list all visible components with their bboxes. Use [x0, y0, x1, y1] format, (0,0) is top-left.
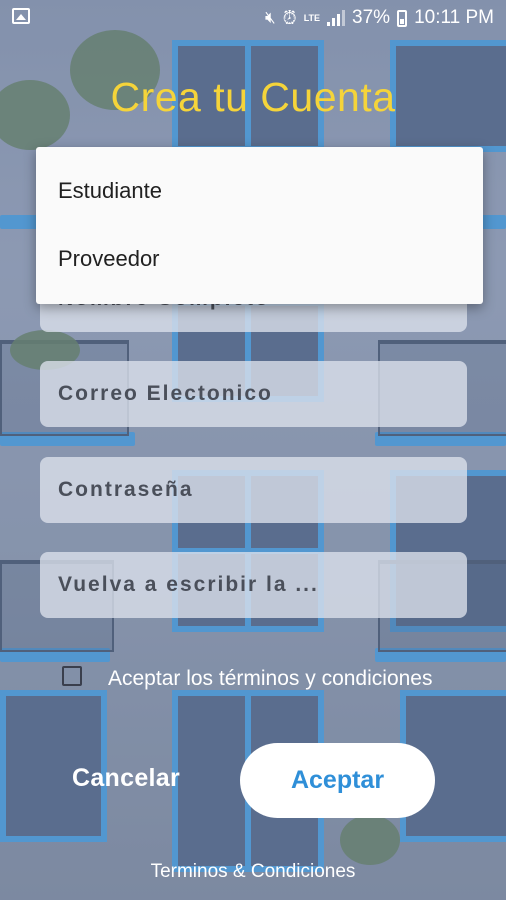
terms-row: Aceptar los términos y condiciones	[62, 666, 433, 690]
dropdown-option-estudiante[interactable]: Estudiante	[58, 178, 162, 204]
network-type: LTE	[303, 12, 321, 23]
email-field[interactable]: Correo Electonico	[40, 361, 467, 427]
terms-checkbox[interactable]	[62, 666, 82, 686]
dropdown-option-proveedor[interactable]: Proveedor	[58, 246, 160, 272]
screen: 🔇︎ ⏰︎ LTE 37% 10:11 PM Crea tu Cuenta No…	[0, 0, 506, 900]
mute-icon: 🔇︎	[264, 8, 276, 27]
cancel-button[interactable]: Cancelar	[72, 764, 180, 793]
terms-link[interactable]: Terminos & Condiciones	[0, 861, 506, 883]
status-bar: 🔇︎ ⏰︎ LTE 37% 10:11 PM	[0, 0, 506, 36]
accept-button[interactable]: Aceptar	[240, 743, 435, 818]
alarm-icon: ⏰︎	[282, 7, 297, 28]
image-icon	[12, 8, 30, 24]
page-title: Crea tu Cuenta	[110, 74, 396, 120]
password-field[interactable]: Contraseña	[40, 457, 467, 523]
signal-icon	[327, 10, 346, 26]
repeat-password-field[interactable]: Vuelva a escribir la ...	[40, 552, 467, 618]
terms-label[interactable]: Aceptar los términos y condiciones	[108, 667, 433, 691]
battery-percentage: 37%	[352, 7, 391, 28]
clock: 10:11 PM	[414, 7, 494, 28]
battery-icon	[397, 9, 408, 27]
account-type-dropdown: Estudiante Proveedor	[36, 147, 483, 304]
